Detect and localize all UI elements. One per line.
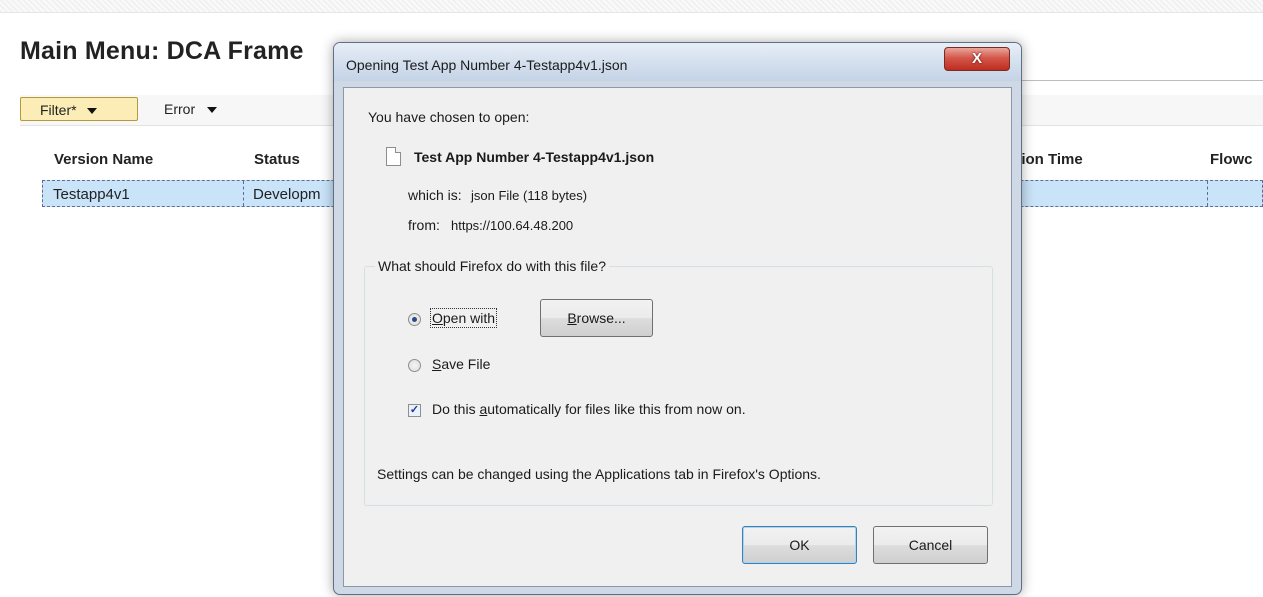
cell-divider	[243, 181, 244, 206]
cell-divider	[1207, 181, 1208, 206]
intro-text: You have chosen to open:	[368, 109, 530, 125]
open-with-label[interactable]: Open with	[429, 308, 498, 328]
page-title: Main Menu: DCA Frame	[20, 37, 304, 65]
auto-checkbox[interactable]: ✓	[408, 404, 421, 417]
cancel-button[interactable]: Cancel	[873, 526, 988, 564]
title-divider	[1020, 80, 1263, 81]
close-button[interactable]: X	[944, 47, 1010, 71]
filter-button[interactable]: Filter*	[20, 97, 138, 121]
column-header-status[interactable]: Status	[254, 151, 300, 168]
download-dialog: Opening Test App Number 4-Testapp4v1.jso…	[333, 42, 1022, 595]
dialog-title: Opening Test App Number 4-Testapp4v1.jso…	[346, 57, 628, 73]
open-with-radio[interactable]	[408, 313, 421, 326]
cell-version-name: Testapp4v1	[53, 186, 130, 203]
close-icon: X	[971, 50, 982, 67]
file-icon	[386, 147, 401, 166]
filter-label: Filter*	[40, 102, 77, 118]
cell-status: Developm	[253, 186, 321, 203]
from-label: from:	[408, 217, 440, 233]
column-header-version-name[interactable]: Version Name	[54, 151, 153, 168]
chevron-down-icon	[86, 108, 97, 115]
save-file-label[interactable]: Save File	[432, 356, 490, 372]
auto-checkbox-label[interactable]: Do this automatically for files like thi…	[432, 401, 746, 417]
ok-button[interactable]: OK	[742, 526, 857, 564]
save-file-radio[interactable]	[408, 359, 421, 372]
which-is-label: which is:	[408, 187, 462, 203]
column-header-flow[interactable]: Flowc	[1210, 151, 1253, 168]
browse-button[interactable]: Browse...	[540, 299, 653, 337]
dialog-titlebar[interactable]: Opening Test App Number 4-Testapp4v1.jso…	[334, 43, 1021, 81]
chevron-down-icon	[207, 107, 218, 114]
settings-note: Settings can be changed using the Applic…	[377, 466, 821, 482]
error-button[interactable]: Error	[164, 101, 218, 117]
file-name: Test App Number 4-Testapp4v1.json	[414, 149, 655, 165]
from-value: https://100.64.48.200	[451, 218, 574, 233]
top-strip	[0, 0, 1263, 13]
dialog-body: You have chosen to open: Test App Number…	[343, 87, 1012, 587]
error-label: Error	[164, 101, 196, 117]
groupbox-label: What should Firefox do with this file?	[375, 258, 609, 274]
which-is-value: json File (118 bytes)	[471, 188, 588, 203]
action-groupbox: What should Firefox do with this file? O…	[364, 258, 993, 506]
